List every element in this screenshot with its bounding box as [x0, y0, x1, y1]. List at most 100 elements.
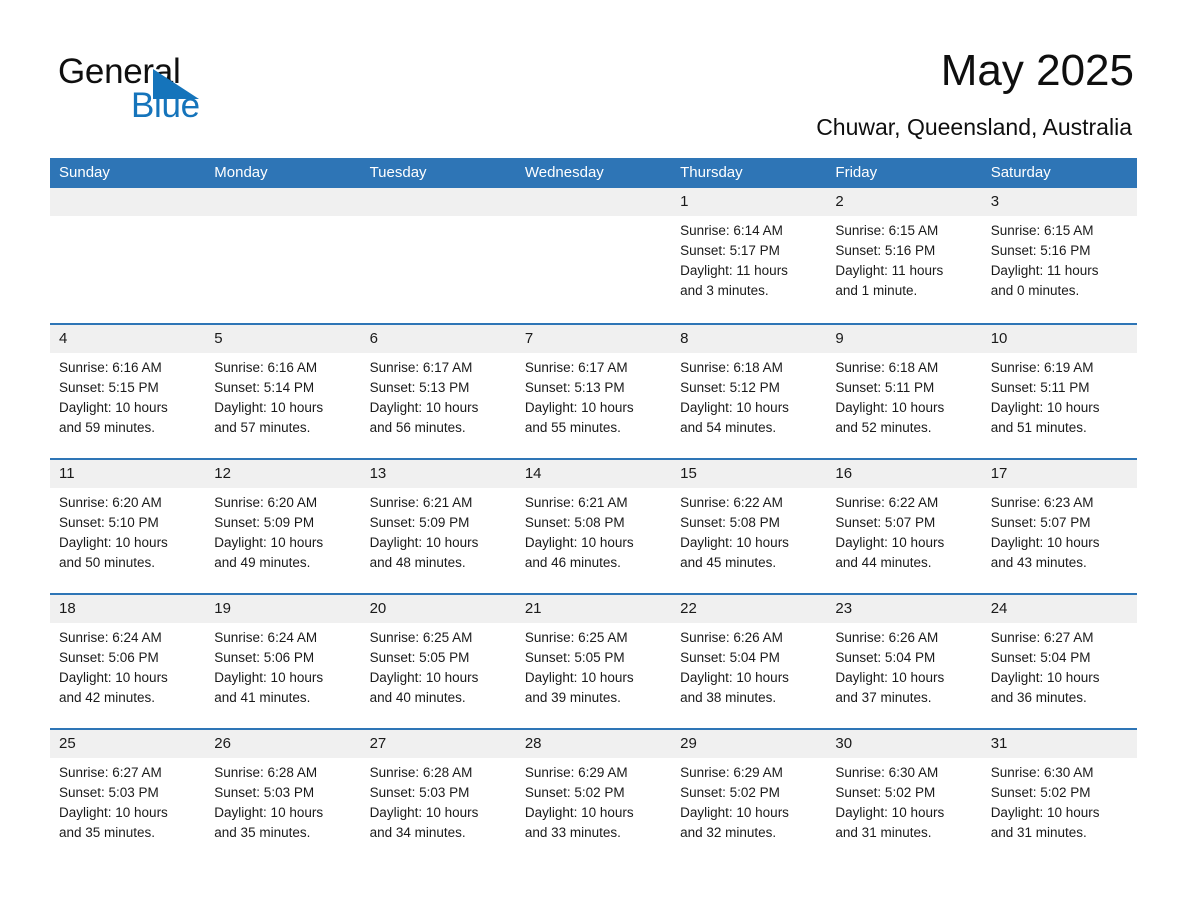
sunset-line: Sunset: 5:09 PM — [369, 515, 470, 530]
sunset-line: Sunset: 5:11 PM — [990, 380, 1090, 395]
day-cell[interactable]: 9 Sunrise: 6:18 AM Sunset: 5:11 PM Dayli… — [826, 325, 982, 458]
weekday-header-row: Sunday Monday Tuesday Wednesday Thursday… — [50, 158, 1137, 188]
day-cell[interactable]: 23 Sunrise: 6:26 AM Sunset: 5:04 PM Dayl… — [826, 595, 982, 728]
sunset-line: Sunset: 5:14 PM — [214, 380, 315, 395]
day-number: 17 — [981, 460, 1137, 488]
day-cell[interactable]: 16 Sunrise: 6:22 AM Sunset: 5:07 PM Dayl… — [826, 460, 982, 593]
daylight-line-1: Daylight: 10 hours — [835, 400, 945, 415]
sunrise-line: Sunrise: 6:16 AM — [214, 360, 318, 375]
sunset-line: Sunset: 5:17 PM — [680, 243, 780, 258]
daylight-line-1: Daylight: 10 hours — [524, 670, 634, 685]
day-details: Sunrise: 6:17 AM Sunset: 5:13 PM Dayligh… — [361, 353, 516, 438]
day-number: 15 — [671, 460, 827, 488]
day-number: 6 — [360, 325, 516, 353]
daylight-line-2: and 32 minutes. — [680, 825, 777, 840]
daylight-line-2: and 3 minutes. — [680, 283, 769, 298]
day-cell[interactable]: 29 Sunrise: 6:29 AM Sunset: 5:02 PM Dayl… — [671, 730, 827, 863]
day-cell[interactable]: 5 Sunrise: 6:16 AM Sunset: 5:14 PM Dayli… — [205, 325, 361, 458]
sunset-line: Sunset: 5:06 PM — [59, 650, 159, 665]
day-cell[interactable]: 21 Sunrise: 6:25 AM Sunset: 5:05 PM Dayl… — [515, 595, 672, 728]
daylight-line-1: Daylight: 10 hours — [214, 400, 324, 415]
day-cell[interactable]: 1 Sunrise: 6:14 AM Sunset: 5:17 PM Dayli… — [671, 188, 827, 323]
day-cell[interactable]: 22 Sunrise: 6:26 AM Sunset: 5:04 PM Dayl… — [671, 595, 827, 728]
day-number: 12 — [205, 460, 361, 488]
day-details: Sunrise: 6:30 AM Sunset: 5:02 PM Dayligh… — [982, 758, 1137, 843]
sunset-line: Sunset: 5:02 PM — [524, 785, 625, 800]
day-details: Sunrise: 6:24 AM Sunset: 5:06 PM Dayligh… — [50, 623, 205, 708]
daylight-line-1: Daylight: 10 hours — [214, 535, 324, 550]
day-details: Sunrise: 6:27 AM Sunset: 5:04 PM Dayligh… — [982, 623, 1137, 708]
day-cell[interactable] — [515, 188, 672, 323]
sunset-line: Sunset: 5:11 PM — [835, 380, 935, 395]
day-cell[interactable]: 10 Sunrise: 6:19 AM Sunset: 5:11 PM Dayl… — [981, 325, 1137, 458]
day-number: 18 — [50, 595, 206, 623]
sunrise-line: Sunrise: 6:26 AM — [835, 630, 939, 645]
day-cell[interactable]: 19 Sunrise: 6:24 AM Sunset: 5:06 PM Dayl… — [205, 595, 361, 728]
day-cell[interactable]: 12 Sunrise: 6:20 AM Sunset: 5:09 PM Dayl… — [205, 460, 361, 593]
sunrise-line: Sunrise: 6:22 AM — [835, 495, 939, 510]
sunset-line: Sunset: 5:09 PM — [214, 515, 315, 530]
daylight-line-2: and 40 minutes. — [369, 690, 466, 705]
daylight-line-2: and 34 minutes. — [369, 825, 466, 840]
sunrise-line: Sunrise: 6:24 AM — [59, 630, 162, 645]
day-number: 27 — [360, 730, 516, 758]
sunset-line: Sunset: 5:12 PM — [680, 380, 780, 395]
day-cell[interactable]: 30 Sunrise: 6:30 AM Sunset: 5:02 PM Dayl… — [826, 730, 982, 863]
day-cell[interactable]: 24 Sunrise: 6:27 AM Sunset: 5:04 PM Dayl… — [981, 595, 1137, 728]
day-number — [205, 188, 361, 216]
sunrise-line: Sunrise: 6:17 AM — [524, 360, 628, 375]
day-details: Sunrise: 6:21 AM Sunset: 5:09 PM Dayligh… — [361, 488, 516, 573]
day-cell[interactable]: 25 Sunrise: 6:27 AM Sunset: 5:03 PM Dayl… — [50, 730, 206, 863]
day-number: 2 — [826, 188, 982, 216]
day-cell[interactable]: 4 Sunrise: 6:16 AM Sunset: 5:15 PM Dayli… — [50, 325, 206, 458]
day-cell[interactable]: 31 Sunrise: 6:30 AM Sunset: 5:02 PM Dayl… — [981, 730, 1137, 863]
day-cell[interactable]: 6 Sunrise: 6:17 AM Sunset: 5:13 PM Dayli… — [360, 325, 516, 458]
sunset-line: Sunset: 5:02 PM — [990, 785, 1091, 800]
day-number — [515, 188, 672, 216]
day-cell[interactable]: 2 Sunrise: 6:15 AM Sunset: 5:16 PM Dayli… — [826, 188, 982, 323]
daylight-line-1: Daylight: 10 hours — [369, 805, 479, 820]
day-number: 13 — [360, 460, 516, 488]
day-cell[interactable]: 14 Sunrise: 6:21 AM Sunset: 5:08 PM Dayl… — [515, 460, 672, 593]
daylight-line-1: Daylight: 10 hours — [990, 535, 1100, 550]
day-cell[interactable] — [50, 188, 206, 323]
day-details: Sunrise: 6:28 AM Sunset: 5:03 PM Dayligh… — [205, 758, 360, 843]
day-details: Sunrise: 6:15 AM Sunset: 5:16 PM Dayligh… — [982, 216, 1137, 301]
day-cell[interactable]: 17 Sunrise: 6:23 AM Sunset: 5:07 PM Dayl… — [981, 460, 1137, 593]
daylight-line-2: and 52 minutes. — [835, 420, 932, 435]
weekday-header-sunday: Sunday — [59, 164, 110, 181]
sunset-line: Sunset: 5:04 PM — [835, 650, 936, 665]
day-cell[interactable]: 28 Sunrise: 6:29 AM Sunset: 5:02 PM Dayl… — [515, 730, 672, 863]
day-cell[interactable]: 26 Sunrise: 6:28 AM Sunset: 5:03 PM Dayl… — [205, 730, 361, 863]
daylight-line-1: Daylight: 10 hours — [524, 805, 634, 820]
day-cell[interactable]: 18 Sunrise: 6:24 AM Sunset: 5:06 PM Dayl… — [50, 595, 206, 728]
day-cell[interactable]: 7 Sunrise: 6:17 AM Sunset: 5:13 PM Dayli… — [515, 325, 672, 458]
day-cell[interactable]: 15 Sunrise: 6:22 AM Sunset: 5:08 PM Dayl… — [671, 460, 827, 593]
sunset-line: Sunset: 5:02 PM — [835, 785, 936, 800]
day-cell[interactable]: 20 Sunrise: 6:25 AM Sunset: 5:05 PM Dayl… — [360, 595, 516, 728]
day-cell[interactable]: 27 Sunrise: 6:28 AM Sunset: 5:03 PM Dayl… — [360, 730, 516, 863]
daylight-line-1: Daylight: 10 hours — [680, 535, 789, 550]
day-details: Sunrise: 6:26 AM Sunset: 5:04 PM Dayligh… — [826, 623, 981, 708]
sunset-line: Sunset: 5:16 PM — [835, 243, 936, 258]
day-cell[interactable]: 11 Sunrise: 6:20 AM Sunset: 5:10 PM Dayl… — [50, 460, 206, 593]
day-cell[interactable]: 13 Sunrise: 6:21 AM Sunset: 5:09 PM Dayl… — [360, 460, 516, 593]
day-details: Sunrise: 6:18 AM Sunset: 5:12 PM Dayligh… — [671, 353, 826, 438]
daylight-line-1: Daylight: 10 hours — [369, 535, 479, 550]
day-cell[interactable]: 8 Sunrise: 6:18 AM Sunset: 5:12 PM Dayli… — [671, 325, 827, 458]
sunrise-line: Sunrise: 6:19 AM — [990, 360, 1094, 375]
daylight-line-1: Daylight: 10 hours — [990, 400, 1100, 415]
day-cell[interactable]: 3 Sunrise: 6:15 AM Sunset: 5:16 PM Dayli… — [981, 188, 1137, 323]
day-number: 5 — [205, 325, 361, 353]
day-details: Sunrise: 6:16 AM Sunset: 5:15 PM Dayligh… — [50, 353, 205, 438]
day-details: Sunrise: 6:20 AM Sunset: 5:10 PM Dayligh… — [50, 488, 205, 573]
day-cell[interactable] — [360, 188, 516, 323]
daylight-line-1: Daylight: 10 hours — [59, 400, 168, 415]
day-cell[interactable] — [205, 188, 361, 323]
day-details: Sunrise: 6:28 AM Sunset: 5:03 PM Dayligh… — [361, 758, 516, 843]
general-blue-logo[interactable]: General Blue — [58, 52, 318, 125]
day-details: Sunrise: 6:22 AM Sunset: 5:07 PM Dayligh… — [826, 488, 981, 573]
sunrise-line: Sunrise: 6:20 AM — [59, 495, 162, 510]
sunrise-line: Sunrise: 6:21 AM — [524, 495, 628, 510]
daylight-line-2: and 0 minutes. — [990, 283, 1080, 298]
